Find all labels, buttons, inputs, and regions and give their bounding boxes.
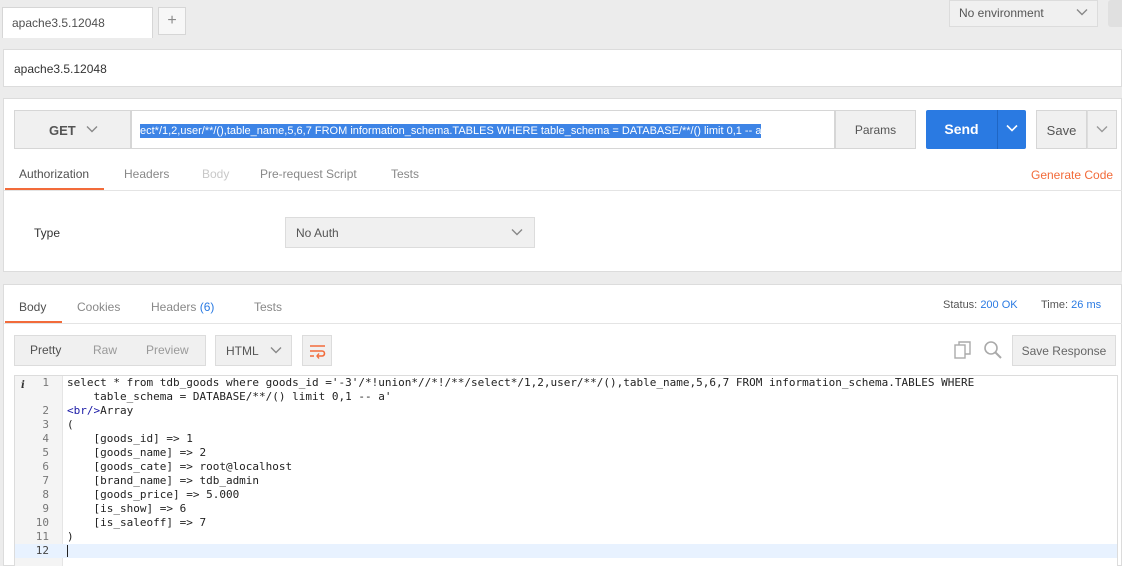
environment-select[interactable]: No environment bbox=[949, 0, 1098, 27]
line-number: 11 bbox=[35, 530, 49, 543]
code-line: [goods_price] => 5.000 bbox=[67, 488, 240, 501]
search-icon[interactable] bbox=[983, 340, 1003, 360]
environment-select-label: No environment bbox=[959, 6, 1044, 20]
code-line: ( bbox=[67, 418, 74, 431]
line-number: 10 bbox=[35, 516, 49, 529]
chevron-down-icon bbox=[1076, 9, 1088, 16]
time-label-text: Time: bbox=[1041, 299, 1069, 311]
tab-body[interactable]: Body bbox=[202, 167, 229, 181]
send-button[interactable]: Send bbox=[926, 110, 997, 149]
code-line: select * from tdb_goods where goods_id =… bbox=[67, 376, 975, 389]
tab-response-headers[interactable]: Headers (6) bbox=[151, 300, 214, 314]
code-line: ) bbox=[67, 530, 74, 543]
code-line: <br/>Array bbox=[67, 404, 133, 417]
language-select[interactable]: HTML bbox=[215, 335, 292, 366]
tab-tests[interactable]: Tests bbox=[391, 167, 419, 181]
response-headers-label: Headers bbox=[151, 300, 197, 314]
code-line: [is_show] => 6 bbox=[67, 502, 187, 515]
line-number: 5 bbox=[42, 446, 49, 459]
line-number: 1 bbox=[42, 376, 49, 389]
request-tabs-divider bbox=[4, 190, 1122, 191]
auth-type-value: No Auth bbox=[296, 226, 339, 240]
chevron-down-icon bbox=[1006, 124, 1018, 132]
line-number: 2 bbox=[42, 404, 49, 417]
wrap-lines-button[interactable] bbox=[302, 335, 332, 366]
chevron-down-icon bbox=[511, 229, 523, 236]
generate-code-link[interactable]: Generate Code bbox=[1031, 168, 1113, 182]
auth-type-label: Type bbox=[34, 226, 61, 240]
time-label: Time: 26 ms bbox=[1041, 299, 1101, 311]
line-number: 6 bbox=[42, 460, 49, 473]
environment-eye-button[interactable] bbox=[1108, 0, 1122, 27]
auth-type-select[interactable]: No Auth bbox=[285, 217, 535, 248]
code-line: [goods_name] => 2 bbox=[67, 446, 207, 459]
params-button[interactable]: Params bbox=[835, 110, 916, 149]
code-tag: <br/> bbox=[67, 404, 101, 417]
active-response-tab-indicator bbox=[5, 321, 62, 323]
method-label: GET bbox=[49, 123, 76, 138]
url-selected-text: ect*/1,2,user/**/(),table_name,5,6,7 FRO… bbox=[140, 124, 762, 138]
status-value: 200 OK bbox=[980, 299, 1018, 311]
code-line: [brand_name] => tdb_admin bbox=[67, 474, 260, 487]
line-number: 9 bbox=[42, 502, 49, 515]
chevron-down-icon bbox=[86, 126, 98, 133]
tab-authorization[interactable]: Authorization bbox=[19, 167, 89, 181]
line-number: 8 bbox=[42, 488, 49, 501]
send-dropdown-button[interactable] bbox=[997, 110, 1026, 149]
tab-response-tests[interactable]: Tests bbox=[254, 300, 282, 314]
format-raw[interactable]: Raw bbox=[93, 343, 117, 357]
response-tabs-divider bbox=[4, 323, 1122, 324]
tab-response-cookies[interactable]: Cookies bbox=[77, 300, 120, 314]
save-button[interactable]: Save bbox=[1036, 110, 1087, 149]
line-number: 7 bbox=[42, 474, 49, 487]
active-tab-indicator bbox=[5, 188, 104, 190]
language-value: HTML bbox=[226, 344, 259, 358]
format-preview[interactable]: Preview bbox=[146, 343, 189, 357]
tab-pre-request-script[interactable]: Pre-request Script bbox=[260, 167, 357, 181]
tab-response-body[interactable]: Body bbox=[19, 300, 46, 314]
wrap-lines-icon bbox=[310, 345, 326, 359]
code-line: [goods_cate] => root@localhost bbox=[67, 460, 293, 473]
active-line-highlight bbox=[15, 544, 1117, 558]
status-label-text: Status: bbox=[943, 299, 978, 311]
method-select[interactable]: GET bbox=[14, 110, 131, 149]
new-tab-button[interactable]: + bbox=[158, 7, 186, 35]
tab-request[interactable]: apache3.5.12048 bbox=[2, 7, 153, 38]
time-value: 26 ms bbox=[1071, 299, 1102, 311]
code-text: Array bbox=[100, 404, 134, 417]
text-cursor bbox=[67, 545, 68, 557]
status-label: Status: 200 OK bbox=[943, 299, 1018, 311]
tab-headers[interactable]: Headers bbox=[124, 167, 169, 181]
format-pretty[interactable]: Pretty bbox=[30, 343, 61, 357]
save-dropdown-button[interactable] bbox=[1087, 110, 1117, 149]
save-response-button[interactable]: Save Response bbox=[1012, 335, 1116, 366]
line-number: 4 bbox=[42, 432, 49, 445]
request-name[interactable]: apache3.5.12048 bbox=[3, 49, 1122, 87]
response-headers-count: (6) bbox=[199, 300, 215, 314]
code-line: [is_saleoff] => 7 bbox=[67, 516, 207, 529]
chevron-down-icon bbox=[1096, 126, 1108, 133]
line-number: 3 bbox=[42, 418, 49, 431]
line-number: 12 bbox=[35, 544, 49, 557]
code-line: [goods_id] => 1 bbox=[67, 432, 193, 445]
code-line: table_schema = DATABASE/**/() limit 0,1 … bbox=[67, 390, 392, 403]
copy-icon[interactable] bbox=[953, 340, 973, 360]
url-input[interactable]: ect*/1,2,user/**/(),table_name,5,6,7 FRO… bbox=[131, 110, 835, 149]
chevron-down-icon bbox=[270, 347, 282, 354]
